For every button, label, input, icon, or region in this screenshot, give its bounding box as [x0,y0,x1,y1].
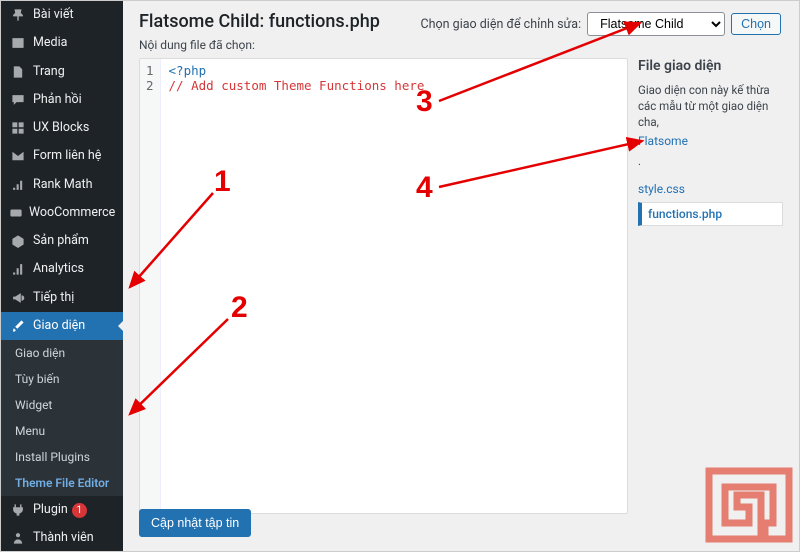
blocks-icon [9,121,27,135]
sidebar-item-label: UX Blocks [33,120,89,136]
file-link-functions-php[interactable]: functions.php [638,202,783,226]
sidebar-item-label: Rank Math [33,177,93,193]
submenu-item-widget[interactable]: Widget [1,392,123,418]
comment-icon [9,93,27,107]
submenu-item-giao-diện[interactable]: Giao diện [1,340,123,366]
sidebar-item-label: Trang [33,64,65,80]
theme-select-label: Chọn giao diện để chỉnh sửa: [421,17,582,32]
watermark-logo [701,465,797,549]
brush-icon [9,319,27,333]
users-icon [9,531,27,545]
sidebar-item-label: Bài viết [33,7,74,23]
sidebar-item-label: Analytics [33,261,84,277]
annotation-number-4: 4 [416,171,433,205]
file-link-style-css[interactable]: style.css [638,179,783,199]
sidebar-item-label: Giao diện [33,318,85,334]
sidebar-item-label: WooCommerce [29,205,115,221]
file-panel-desc: Giao diện con này kế thừa các mẫu từ một… [638,82,783,169]
editor-subtitle: Nội dung file đã chọn: [139,38,783,52]
file-panel-title: File giao diện [638,58,783,74]
update-badge: 1 [72,503,87,518]
sidebar-item-plugin[interactable]: Plugin 1 [1,496,123,524]
annotation-number-1: 1 [214,165,231,199]
submenu-item-install-plugins[interactable]: Install Plugins [1,444,123,470]
page-icon [9,65,27,79]
parent-theme-link[interactable]: Flatsome [638,130,783,153]
marketing-icon [9,291,27,305]
sidebar-item-giao-diện[interactable]: Giao diện [1,312,123,340]
product-icon [9,234,27,248]
sidebar-item-label: Media [33,35,67,51]
sidebar-item-woocommerce[interactable]: WooCommerce [1,199,123,227]
sidebar-item-label: Thành viên [33,530,94,546]
appearance-submenu: Giao diệnTùy biếnWidgetMenuInstall Plugi… [1,340,123,496]
rank-icon [9,178,27,192]
sidebar-item-ux-blocks[interactable]: UX Blocks [1,114,123,142]
sidebar-item-media[interactable]: Media [1,29,123,57]
admin-sidebar: Bài viết Media Trang Phản hồi UX Blocks Form … [1,1,123,551]
code-editor[interactable]: 12 <?php// Add custom Theme Functions he… [139,58,628,514]
content-area: Flatsome Child: functions.php Chọn giao … [123,1,799,551]
sidebar-item-label: Phản hồi [33,92,82,108]
file-panel: File giao diện Giao diện con này kế thừa… [638,58,783,514]
submenu-item-menu[interactable]: Menu [1,418,123,444]
sidebar-item-sản-phẩm[interactable]: Sản phẩm [1,227,123,255]
sidebar-item-label: Form liên hệ [33,148,101,164]
pin-icon [9,8,27,22]
plugin-icon [9,503,27,517]
annotation-number-3: 3 [416,85,433,119]
select-button[interactable]: Chọn [731,13,781,35]
theme-select[interactable]: Flatsome Child [587,12,725,36]
submenu-item-theme-file-editor[interactable]: Theme File Editor [1,470,123,496]
sidebar-item-form-liên-hệ[interactable]: Form liên hệ [1,142,123,170]
annotation-number-2: 2 [231,291,248,325]
sidebar-item-thành-viên[interactable]: Thành viên [1,524,123,551]
mail-icon [9,149,27,163]
sidebar-item-phản-hồi[interactable]: Phản hồi [1,86,123,114]
sidebar-item-rank-math[interactable]: Rank Math [1,171,123,199]
media-icon [9,36,27,50]
sidebar-item-analytics[interactable]: Analytics [1,255,123,283]
woo-icon [9,206,23,220]
sidebar-item-bài-viết[interactable]: Bài viết [1,1,123,29]
sidebar-item-trang[interactable]: Trang [1,58,123,86]
sidebar-item-tiếp-thị[interactable]: Tiếp thị [1,284,123,312]
sidebar-item-label: Tiếp thị [33,290,74,306]
submenu-item-tùy-biến[interactable]: Tùy biến [1,366,123,392]
sidebar-item-label: Plugin [33,502,68,518]
analytics-icon [9,262,27,276]
update-file-button[interactable]: Cập nhật tập tin [139,509,251,537]
sidebar-item-label: Sản phẩm [33,233,89,249]
